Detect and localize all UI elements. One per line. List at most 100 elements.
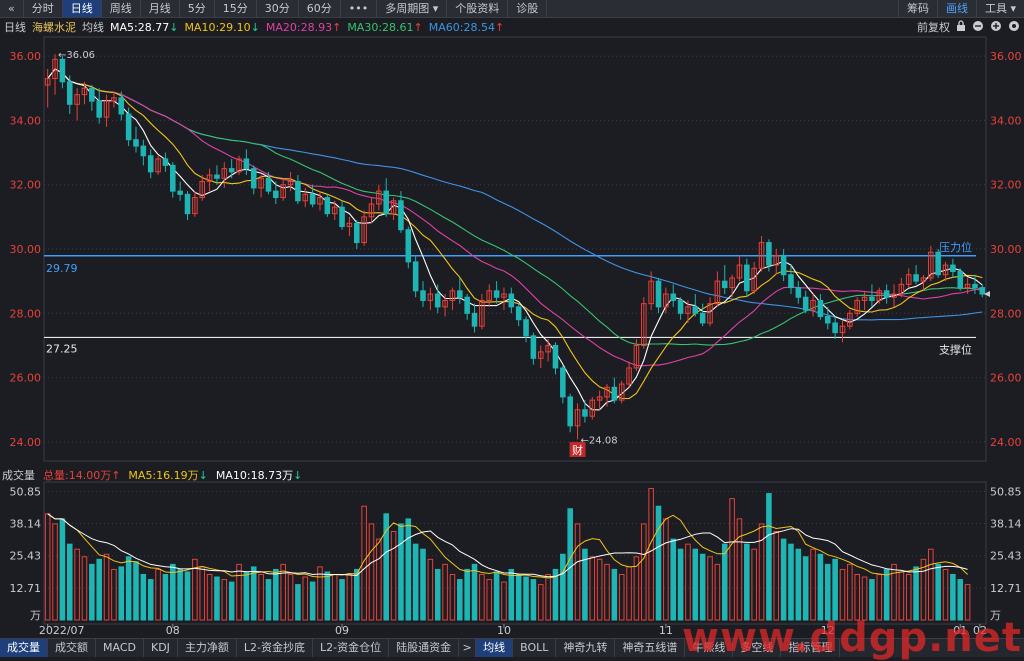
candle-body xyxy=(96,100,102,118)
kline-chart[interactable]: 36.00 36.00 34.00 34.00 32.00 32.00 30.00 30.00… xyxy=(0,0,1024,656)
candle-body xyxy=(795,287,802,298)
volume-bar xyxy=(184,571,191,621)
volume-bar xyxy=(574,523,581,621)
candle-body xyxy=(913,274,919,282)
volume-bar xyxy=(824,563,831,621)
volume-bar xyxy=(434,568,441,621)
tab-main-net[interactable]: 主力净额 xyxy=(178,639,237,657)
volume-tick-label-right: 50.85 xyxy=(990,485,1022,498)
y-tick-label-left: 36.00 xyxy=(10,50,42,63)
volume-bar xyxy=(788,543,794,621)
candle-body xyxy=(493,290,500,298)
volume-bar xyxy=(66,543,73,621)
volume-bar xyxy=(604,563,610,621)
candle-body xyxy=(140,145,147,157)
volume-bar xyxy=(898,571,905,621)
tab-boll[interactable]: BOLL xyxy=(513,639,557,657)
candle-body xyxy=(405,229,412,263)
volume-bar xyxy=(442,563,448,621)
tab-macd[interactable]: MACD xyxy=(96,639,144,657)
candle-body xyxy=(147,155,154,173)
tab-turnover[interactable]: 成交额 xyxy=(48,639,96,657)
x-tick-label: 10 xyxy=(497,624,511,637)
volume-bar xyxy=(353,568,360,621)
volume-bar xyxy=(228,581,235,621)
volume-bar xyxy=(515,573,522,621)
tab-magic-nine[interactable]: 神奇九转 xyxy=(556,639,616,657)
candle-body xyxy=(788,274,794,289)
candle-body xyxy=(214,174,220,179)
low-annotation: ←24.08 xyxy=(581,435,618,446)
volume-bar xyxy=(869,579,875,621)
y-tick-label-left: 30.00 xyxy=(10,243,42,256)
tab-magic-five[interactable]: 神奇五线谱 xyxy=(615,639,686,657)
candle-body xyxy=(655,280,662,308)
volume-bar xyxy=(96,558,102,621)
candle-body xyxy=(552,344,559,369)
volume-bar xyxy=(125,556,132,621)
volume-bar xyxy=(464,568,470,621)
volume-bar xyxy=(648,488,654,621)
volume-bar xyxy=(766,493,772,621)
volume-bar xyxy=(471,563,478,621)
volume-bar xyxy=(508,568,515,621)
volume-bar xyxy=(721,543,728,621)
volume-bar xyxy=(663,518,669,621)
volume-bar xyxy=(457,579,463,621)
support-value: 27.25 xyxy=(46,342,78,355)
candle-body xyxy=(515,306,522,321)
candle-body xyxy=(273,190,279,199)
watermark: www.ddgp.net xyxy=(682,615,1022,661)
tab-l2-bottom[interactable]: L2-资金抄底 xyxy=(237,639,314,657)
volume-bar xyxy=(449,573,456,621)
support-label: 支撑位 xyxy=(939,342,972,356)
volume-bar xyxy=(405,518,412,621)
tab-l2-position[interactable]: L2-资金仓位 xyxy=(313,639,390,657)
volume-tick-label-right: 12.71 xyxy=(990,582,1022,595)
volume-bar xyxy=(346,573,353,621)
volume-bar xyxy=(412,543,419,621)
volume-bar xyxy=(331,573,338,621)
volume-bar xyxy=(655,505,662,621)
y-tick-label-right: 26.00 xyxy=(990,372,1022,385)
volume-bar xyxy=(861,576,868,621)
tab-kdj[interactable]: KDJ xyxy=(144,639,178,657)
volume-bar xyxy=(810,548,816,621)
tab-ma[interactable]: 均线 xyxy=(476,639,514,657)
tab-northbound[interactable]: 陆股通资金 xyxy=(389,639,460,657)
candle-body xyxy=(957,271,964,289)
volume-bar xyxy=(626,566,632,621)
x-tick-label: 08 xyxy=(166,624,180,637)
volume-bar xyxy=(486,579,493,621)
tabs-scroll-arrow[interactable]: > xyxy=(459,639,477,657)
volume-bar xyxy=(133,561,139,621)
candle-body xyxy=(744,264,750,292)
volume-bar xyxy=(221,579,228,621)
volume-bar xyxy=(339,579,345,621)
y-tick-label-right: 36.00 xyxy=(990,50,1022,63)
volume-bar xyxy=(376,538,382,621)
candle-body xyxy=(692,306,699,314)
volume-bar xyxy=(287,573,294,621)
volume-bar xyxy=(618,573,625,621)
candle-body xyxy=(670,293,677,301)
volume-bar xyxy=(103,553,110,621)
tab-volume[interactable]: 成交量 xyxy=(0,639,48,657)
candle-body xyxy=(420,290,426,301)
volume-bar xyxy=(736,518,743,621)
volume-bar xyxy=(155,568,161,621)
candle-body xyxy=(979,287,986,295)
candle-body xyxy=(611,386,618,401)
candle-body xyxy=(950,264,956,273)
volume-bar xyxy=(876,573,883,621)
y-tick-label-right: 34.00 xyxy=(990,114,1022,127)
volume-tick-label-right: 38.14 xyxy=(990,518,1022,531)
volume-bar xyxy=(935,563,941,621)
volume-bar xyxy=(928,548,934,621)
candle-body xyxy=(530,335,537,359)
candle-body xyxy=(560,367,566,398)
volume-bar xyxy=(420,548,426,621)
volume-bar xyxy=(751,548,757,621)
volume-bar xyxy=(905,573,912,621)
volume-bar xyxy=(147,579,154,621)
